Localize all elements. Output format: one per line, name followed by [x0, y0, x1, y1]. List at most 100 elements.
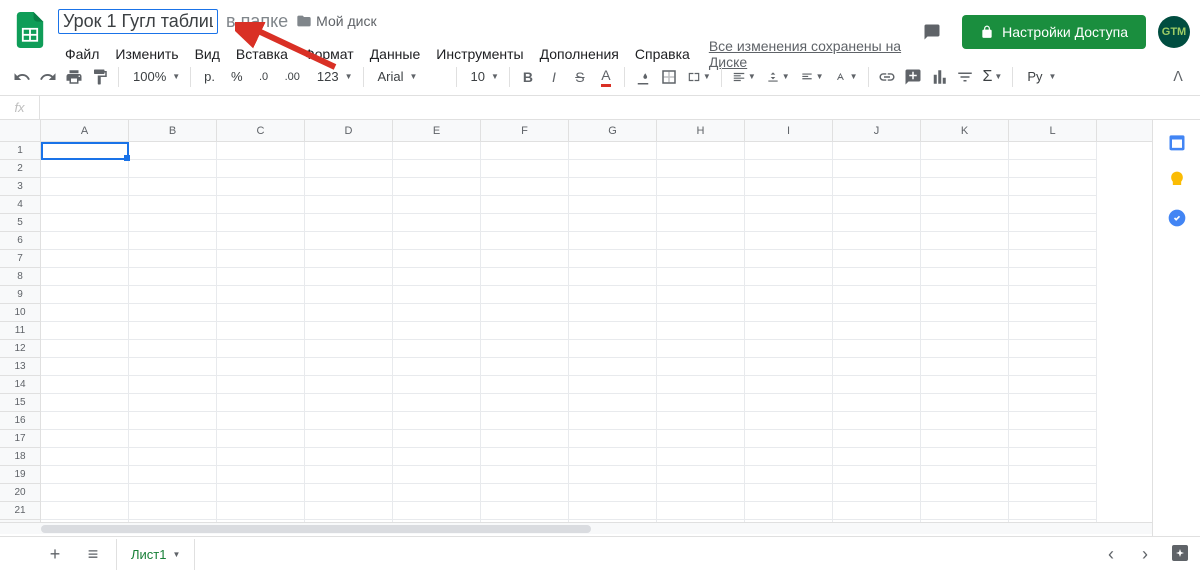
cell[interactable]	[41, 322, 129, 340]
cell[interactable]	[481, 412, 569, 430]
cell[interactable]	[217, 250, 305, 268]
cell[interactable]	[217, 340, 305, 358]
cell[interactable]	[129, 142, 217, 160]
cell[interactable]	[41, 268, 129, 286]
cell[interactable]	[305, 232, 393, 250]
cell[interactable]	[833, 412, 921, 430]
cell[interactable]	[481, 142, 569, 160]
cell[interactable]	[745, 214, 833, 232]
cell[interactable]	[217, 304, 305, 322]
add-sheet-button[interactable]: +	[40, 540, 70, 570]
cell[interactable]	[1009, 430, 1097, 448]
cell[interactable]	[1009, 466, 1097, 484]
keep-addon[interactable]	[1167, 170, 1187, 190]
cell[interactable]	[569, 430, 657, 448]
cell[interactable]	[1009, 376, 1097, 394]
cell[interactable]	[41, 448, 129, 466]
cell[interactable]	[1009, 232, 1097, 250]
cell[interactable]	[1009, 268, 1097, 286]
undo-button[interactable]	[10, 64, 34, 90]
cell[interactable]	[41, 160, 129, 178]
menu-insert[interactable]: Вставка	[229, 42, 295, 66]
cell[interactable]	[921, 304, 1009, 322]
row-header[interactable]: 14	[0, 376, 41, 394]
cell[interactable]	[393, 268, 481, 286]
cell[interactable]	[833, 142, 921, 160]
cell[interactable]	[921, 214, 1009, 232]
vertical-align-dropdown[interactable]: ▼	[762, 64, 794, 90]
cell[interactable]	[129, 178, 217, 196]
cell[interactable]	[657, 178, 745, 196]
cell[interactable]	[569, 322, 657, 340]
cell[interactable]	[41, 376, 129, 394]
spreadsheet-grid[interactable]: ABCDEFGHIJKL 123456789101112131415161718…	[0, 120, 1152, 536]
cell[interactable]	[657, 250, 745, 268]
cell[interactable]	[921, 484, 1009, 502]
cell[interactable]	[745, 160, 833, 178]
cell[interactable]	[569, 196, 657, 214]
collapse-toolbar-button[interactable]: ᐱ	[1166, 64, 1190, 90]
row-header[interactable]: 12	[0, 340, 41, 358]
cell[interactable]	[481, 160, 569, 178]
cell[interactable]	[393, 160, 481, 178]
cell[interactable]	[921, 286, 1009, 304]
cell[interactable]	[41, 286, 129, 304]
folder-chip[interactable]: Мой диск	[296, 13, 376, 29]
cell[interactable]	[833, 340, 921, 358]
cell[interactable]	[305, 196, 393, 214]
cell[interactable]	[305, 304, 393, 322]
cell[interactable]	[1009, 196, 1097, 214]
cell[interactable]	[745, 268, 833, 286]
cell[interactable]	[745, 286, 833, 304]
cell[interactable]	[657, 484, 745, 502]
cell[interactable]	[305, 142, 393, 160]
cell[interactable]	[217, 178, 305, 196]
cell[interactable]	[657, 502, 745, 520]
cell[interactable]	[569, 340, 657, 358]
row-header[interactable]: 5	[0, 214, 41, 232]
cell[interactable]	[393, 358, 481, 376]
cell[interactable]	[569, 376, 657, 394]
cell[interactable]	[393, 286, 481, 304]
cell[interactable]	[393, 214, 481, 232]
cell[interactable]	[921, 268, 1009, 286]
cell[interactable]	[481, 466, 569, 484]
cell[interactable]	[833, 502, 921, 520]
column-header[interactable]: L	[1009, 120, 1097, 141]
cell[interactable]	[657, 430, 745, 448]
number-format-dropdown[interactable]: 123▼	[309, 64, 357, 90]
percent-button[interactable]: %	[224, 64, 250, 90]
cell[interactable]	[745, 484, 833, 502]
cell[interactable]	[569, 214, 657, 232]
cell[interactable]	[129, 448, 217, 466]
cell[interactable]	[305, 178, 393, 196]
menu-addons[interactable]: Дополнения	[533, 42, 626, 66]
cell[interactable]	[129, 286, 217, 304]
cell[interactable]	[833, 466, 921, 484]
cell[interactable]	[1009, 304, 1097, 322]
cell[interactable]	[833, 178, 921, 196]
menu-edit[interactable]: Изменить	[108, 42, 185, 66]
cell[interactable]	[393, 394, 481, 412]
cell[interactable]	[305, 268, 393, 286]
cell[interactable]	[481, 322, 569, 340]
cell[interactable]	[41, 412, 129, 430]
cell[interactable]	[129, 214, 217, 232]
cell[interactable]	[921, 502, 1009, 520]
cell[interactable]	[217, 502, 305, 520]
cell[interactable]	[129, 358, 217, 376]
cell[interactable]	[657, 286, 745, 304]
cell[interactable]	[569, 358, 657, 376]
cell[interactable]	[745, 448, 833, 466]
all-sheets-button[interactable]: ≡	[78, 540, 108, 570]
cell[interactable]	[569, 394, 657, 412]
cell[interactable]	[833, 394, 921, 412]
cell[interactable]	[569, 250, 657, 268]
column-header[interactable]: F	[481, 120, 569, 141]
cell[interactable]	[41, 394, 129, 412]
cell[interactable]	[921, 394, 1009, 412]
cell[interactable]	[217, 286, 305, 304]
cell[interactable]	[129, 394, 217, 412]
column-header[interactable]: G	[569, 120, 657, 141]
filter-button[interactable]	[953, 64, 977, 90]
